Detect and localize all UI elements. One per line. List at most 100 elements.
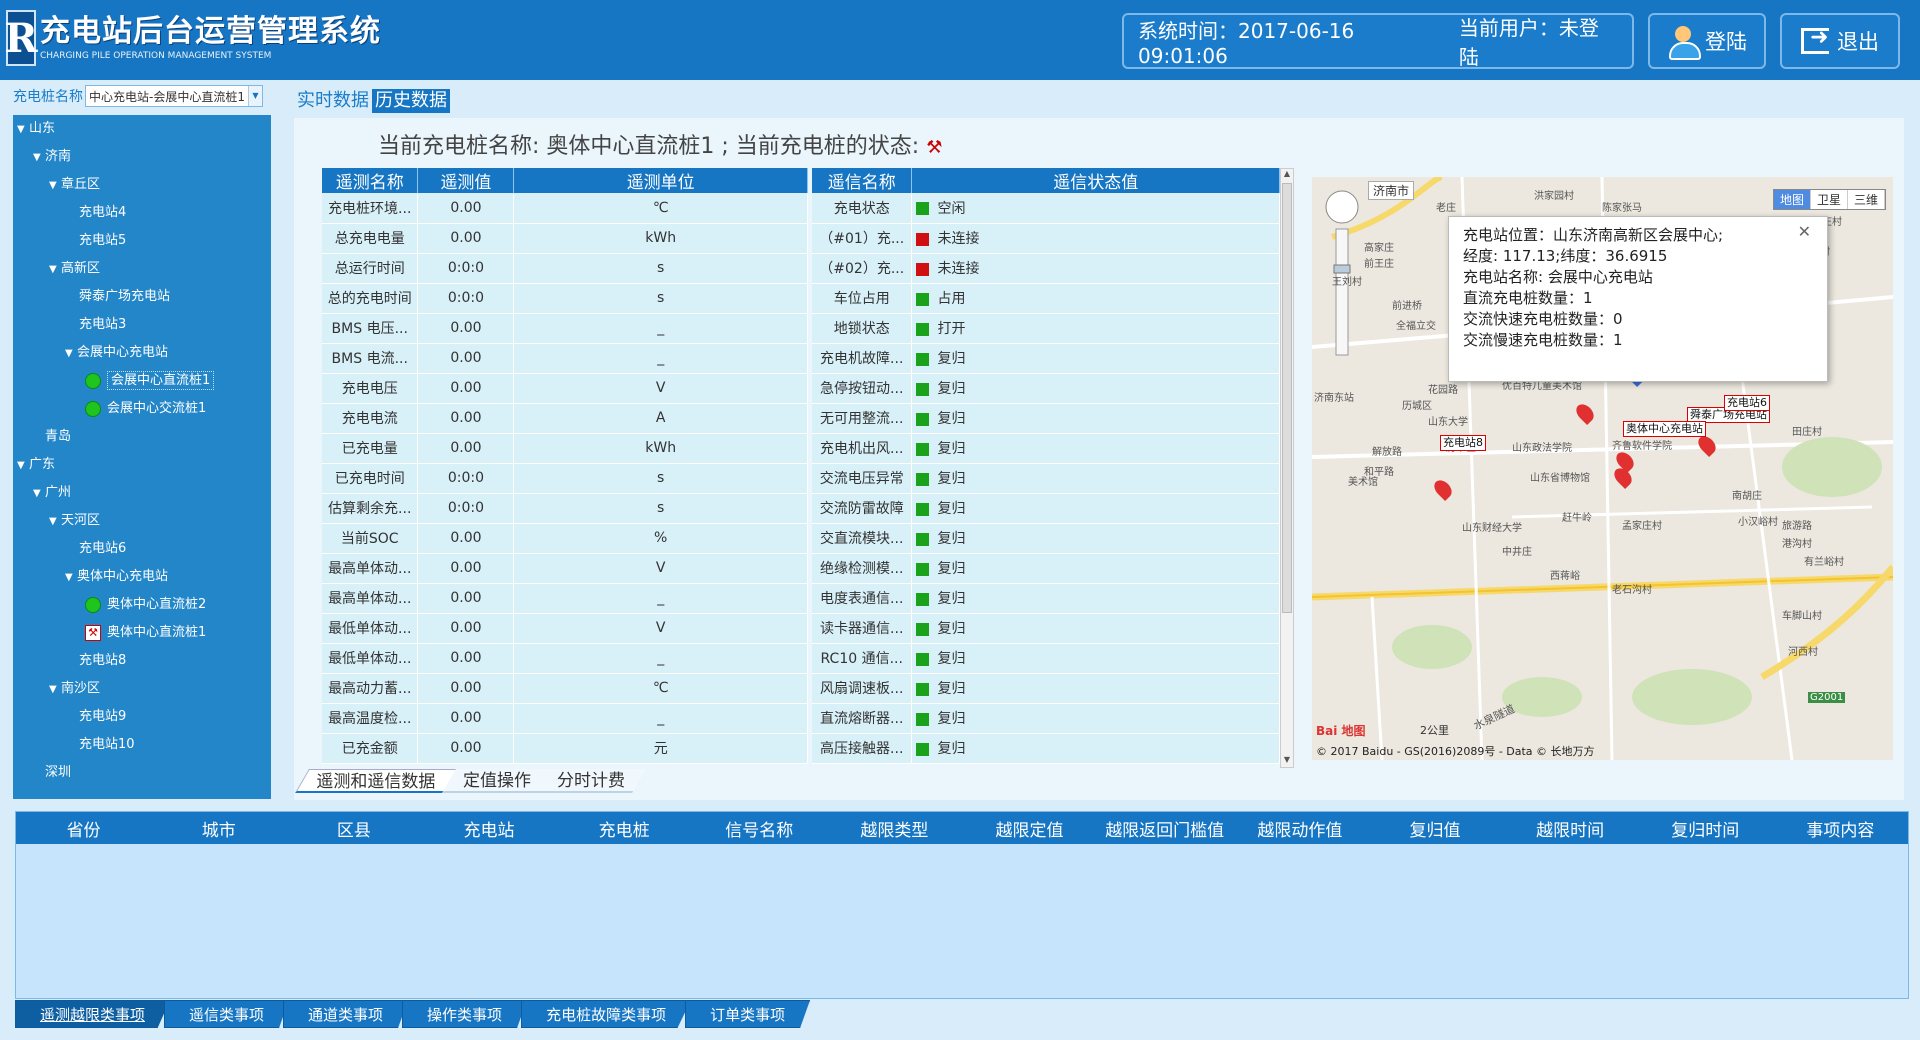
exit-button[interactable]: 退出 — [1780, 13, 1900, 69]
events-header: 省份 城市 区县 充电站 充电桩 信号名称 越限类型 越限定值 越限返回门槛值 越限动作值 复归值 越… — [16, 812, 1908, 844]
map-marker-label[interactable]: 奥体中心充电站 — [1623, 421, 1706, 437]
tree-node[interactable]: 深圳 — [13, 759, 271, 787]
tree-node[interactable]: ▼ 章丘区 — [13, 171, 271, 199]
tree-node[interactable]: 充电站4 — [13, 199, 271, 227]
table-row: 最高单体动... 0.00 V — [322, 553, 808, 584]
table-row: 最低单体动... 0.00 V — [322, 613, 808, 644]
chevron-down-icon[interactable]: ▼ — [17, 116, 29, 144]
tree-node[interactable]: 舜泰广场充电站 — [13, 283, 271, 311]
table-scrollbar[interactable]: ▲ ▼ — [1280, 168, 1294, 768]
signal-status-cell: 复归 — [911, 673, 1280, 704]
tree-node-label: 南沙区 — [61, 681, 101, 696]
app-title: 充电站后台运营管理系统 — [40, 14, 381, 49]
exit-label: 退出 — [1837, 30, 1879, 54]
table-cell: 当前SOC — [322, 523, 419, 554]
event-type-tab[interactable]: 遥信类事项 — [164, 1000, 290, 1028]
event-type-tab[interactable]: 充电桩故障类事项 — [521, 1000, 692, 1028]
tree-node[interactable]: 充电站5 — [13, 227, 271, 255]
map-place-label: 高家庄 — [1364, 243, 1394, 254]
sub-tab-label: 分时计费 — [557, 771, 625, 791]
map-place-label: 陈家张马 — [1602, 203, 1642, 214]
status-square-icon — [916, 412, 930, 426]
map-copyright: © 2017 Baidu - GS(2016)2089号 - Data © 长地… — [1316, 745, 1595, 758]
tree-node-label: 章丘区 — [61, 177, 101, 192]
scroll-down-icon[interactable]: ▼ — [1281, 755, 1293, 767]
event-type-tab[interactable]: 操作类事项 — [402, 1000, 528, 1028]
tree-node-label: 舜泰广场充电站 — [79, 289, 171, 304]
tree-node-label: 山东 — [29, 121, 56, 136]
event-type-tab[interactable]: 通道类事项 — [283, 1000, 409, 1028]
chevron-down-icon[interactable]: ▼ — [65, 564, 77, 592]
chevron-down-icon[interactable]: ▼ — [33, 480, 45, 508]
tree-node[interactable]: 青岛 — [13, 423, 271, 451]
map-type-option[interactable]: 地图 — [1774, 190, 1812, 209]
map-type-option[interactable]: 卫星 — [1811, 190, 1849, 209]
tree-node[interactable]: 会展中心直流桩1 — [13, 367, 271, 395]
tree-node[interactable]: 奥体中心直流桩2 — [13, 591, 271, 619]
table-cell: 最高单体动... — [322, 553, 419, 584]
scroll-up-icon[interactable]: ▲ — [1281, 169, 1293, 181]
map-place-label: 前王庄 — [1364, 259, 1394, 270]
event-type-tab[interactable]: 订单类事项 — [685, 1000, 811, 1028]
tree-node[interactable]: ▼ 天河区 — [13, 507, 271, 535]
chevron-down-icon[interactable]: ▼ — [49, 676, 61, 704]
scroll-thumb[interactable] — [1282, 183, 1292, 613]
tree-node[interactable]: 充电站8 — [13, 647, 271, 675]
map-type-option[interactable]: 三维 — [1848, 190, 1886, 209]
map-place-label: 有兰峪村 — [1804, 557, 1844, 568]
table-cell: 已充金额 — [322, 733, 419, 764]
map-marker-label[interactable]: 充电站6 — [1724, 395, 1770, 411]
login-button[interactable]: 登陆 — [1648, 13, 1766, 69]
tree-node-label: 深圳 — [45, 765, 72, 780]
tree-node[interactable]: ▼ 南沙区 — [13, 675, 271, 703]
sub-tab[interactable]: 分时计费 — [536, 769, 646, 793]
table-row: 交流电压异常 复归 — [812, 463, 1280, 494]
signal-status-cell: 占用 — [911, 283, 1280, 314]
table-row: 当前SOC 0.00% — [322, 523, 808, 554]
sub-tab[interactable]: 定值操作 — [442, 769, 552, 793]
fault-icon: ⚒ — [85, 624, 101, 641]
tree-node[interactable]: ▼ 济南 — [13, 143, 271, 171]
chevron-down-icon[interactable]: ▼ — [17, 452, 29, 480]
tree-node[interactable]: ⚒ 奥体中心直流桩1 — [13, 619, 271, 647]
map-place-label: 济南东站 — [1314, 393, 1354, 404]
chevron-down-icon[interactable]: ▼ — [248, 86, 262, 106]
close-icon[interactable]: ✕ — [1798, 221, 1811, 242]
chevron-down-icon[interactable]: ▼ — [49, 508, 61, 536]
status-value: 打开 — [937, 321, 966, 337]
table-cell: 充电桩环境... — [322, 193, 419, 224]
map-marker-label[interactable]: 充电站8 — [1440, 435, 1486, 451]
sub-tab[interactable]: 遥测和遥信数据 — [295, 769, 458, 793]
map-place-label: 旅游路 — [1782, 521, 1812, 532]
chevron-down-icon[interactable]: ▼ — [49, 256, 61, 284]
chevron-down-icon[interactable]: ▼ — [65, 340, 77, 368]
status-value: 复归 — [937, 741, 966, 757]
chevron-down-icon[interactable]: ▼ — [33, 144, 45, 172]
pile-selector[interactable]: 中心充电站-会展中心直流桩1 ▼ — [85, 85, 263, 107]
table-cell: 0:0:0 — [417, 283, 515, 314]
popup-line: 交流快速充电桩数量：0 — [1463, 310, 1623, 328]
event-type-tab[interactable]: 遥测越限类事项 — [15, 1000, 171, 1028]
chevron-down-icon[interactable]: ▼ — [49, 172, 61, 200]
tree-node[interactable]: ▼ 奥体中心充电站 — [13, 563, 271, 591]
tree-node[interactable]: 充电站9 — [13, 703, 271, 731]
tree-node[interactable]: ▼ 广东 — [13, 451, 271, 479]
tree-node[interactable]: 会展中心交流桩1 — [13, 395, 271, 423]
map-place-label: 洪家园村 — [1534, 191, 1574, 202]
tab-history[interactable]: 历史数据 — [372, 89, 450, 113]
table-cell: 0.00 — [417, 553, 515, 584]
table-cell: _ — [513, 343, 808, 374]
tab-realtime[interactable]: 实时数据 — [294, 89, 372, 113]
tree-node[interactable]: ▼ 高新区 — [13, 255, 271, 283]
tree-node[interactable]: 充电站6 — [13, 535, 271, 563]
tree-node[interactable]: ▼ 广州 — [13, 479, 271, 507]
tree-node[interactable]: 充电站10 — [13, 731, 271, 759]
tree-node-label: 充电站9 — [79, 709, 127, 724]
tree-node[interactable]: ▼ 会展中心充电站 — [13, 339, 271, 367]
map-city-select[interactable]: 济南市 — [1368, 181, 1415, 200]
tree-node[interactable]: 充电站3 — [13, 311, 271, 339]
tree-node[interactable]: ▼ 山东 — [13, 115, 271, 143]
events-column-header: 信号名称 — [725, 820, 794, 841]
signal-status-cell: 复归 — [911, 463, 1280, 494]
events-column-header: 充电站 — [463, 820, 515, 841]
